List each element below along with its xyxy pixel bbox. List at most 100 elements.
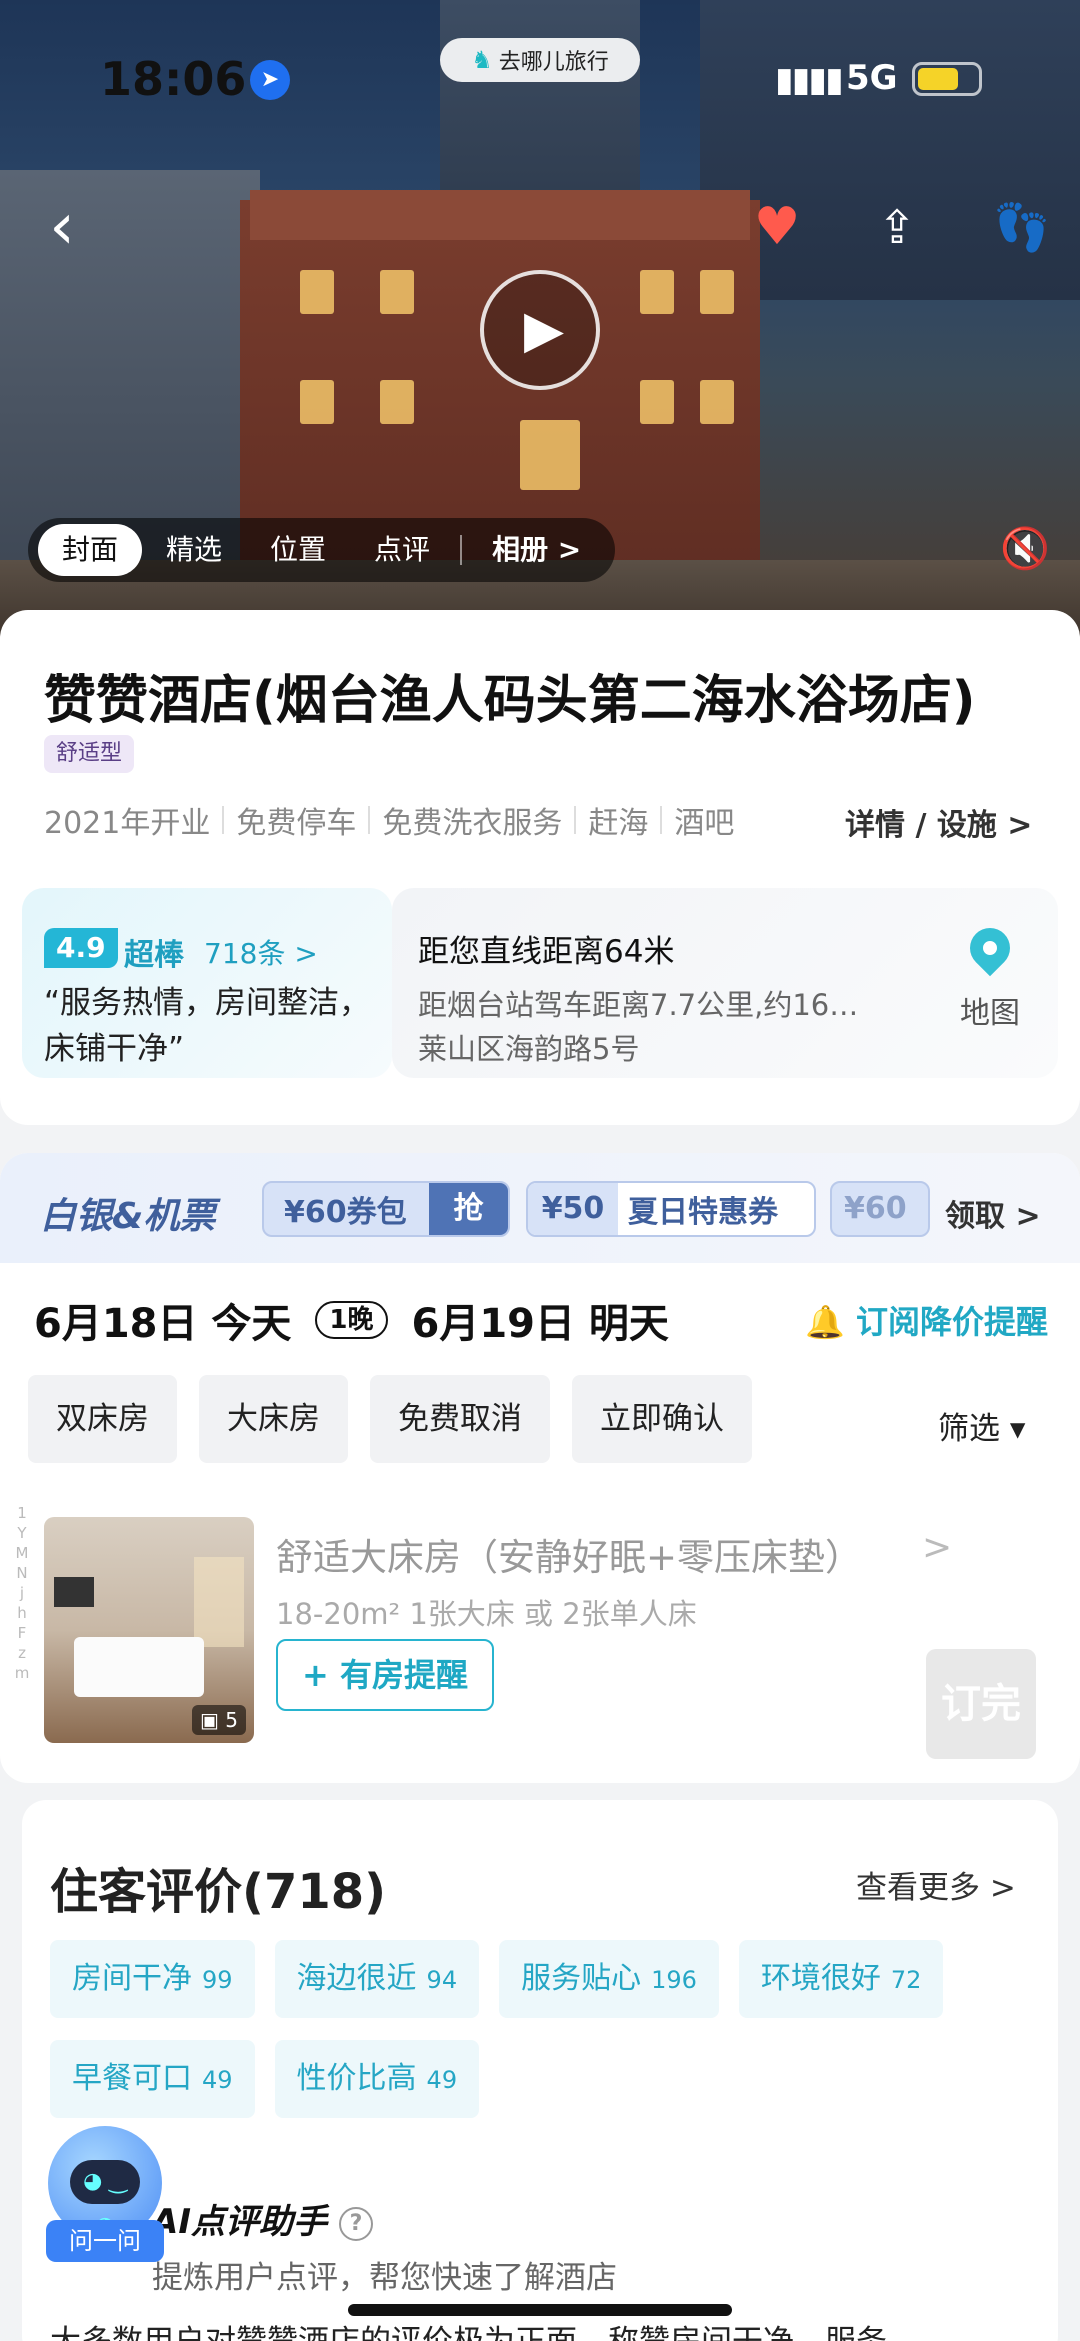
rating-quote: “服务热情，房间整洁，床铺干净” [44,985,371,1067]
gallery-tab-reviews[interactable]: 点评 [350,524,454,576]
review-tag-count: 196 [651,1966,697,1994]
gallery-tab-featured[interactable]: 精选 [142,524,246,576]
play-icon[interactable]: ▶ [480,270,600,390]
feature-item: 免费停车 [236,806,357,841]
help-icon[interactable]: ? [338,2206,373,2241]
ai-title-text: AI点评助手 [152,2202,327,2242]
feature-item: 免费洗衣服务 [382,806,563,841]
filter-chip-king[interactable]: 大床房 [199,1375,348,1463]
location-address: 莱山区海韵路5号 [418,1032,640,1066]
heart-icon[interactable]: ♥ [745,195,809,259]
assistant-ask-button[interactable]: 问一问 [46,2220,164,2262]
status-bar: 18:06 ➤ ♞ 去哪儿旅行 ▮▮▮▮ 5G [0,0,1080,140]
rating-summary[interactable]: 4.9 超棒 718条 > “服务热情，房间整洁，床铺干净” [22,888,392,1078]
review-tag-label: 早餐可口 [72,2061,192,2096]
rating-score: 4.9 [44,928,118,968]
date-selector[interactable]: 6月18日 今天 1晚 6月19日 明天 [34,1291,669,1349]
room-photo-tv [54,1577,94,1607]
hero-window [300,270,334,314]
gallery-tab-location[interactable]: 位置 [246,524,350,576]
filter-button[interactable]: 筛选 ▾ [938,1403,1025,1448]
location-summary[interactable]: 距您直线距离64米 距烟台站驾车距离7.7公里,约16… 莱山区海韵路5号 地图 [392,888,1058,1078]
coupon-pack[interactable]: ¥60券包 抢 [262,1181,510,1237]
feature-item: 酒吧 [674,806,735,841]
feature-item: 2021年开业 [44,806,211,841]
map-pin-icon[interactable] [961,919,1019,977]
review-tag-label: 环境很好 [760,1961,881,1996]
review-tag-label: 海边很近 [296,1961,417,1996]
share-icon[interactable]: ⇪ [865,195,929,259]
review-tag-label: 房间干净 [72,1961,192,1996]
coupon-summer[interactable]: ¥50 夏日特惠券 [526,1181,816,1237]
hero-window [640,270,674,314]
review-tags: 房间干净 99 海边很近 94 服务贴心 196 环境很好 72 早餐可口 49 性价比高… [50,1940,950,2118]
signal-icon: ▮▮▮▮ [775,60,844,100]
location-distance: 距您直线距离64米 [418,934,675,970]
coupon-claim-link[interactable]: 领取 > [945,1191,1041,1235]
reviews-more-link[interactable]: 查看更多 > [856,1862,1016,1907]
side-index: 1 Y M N j h F z m [14,1504,30,1682]
room-availability-alert-button[interactable]: + 有房提醒 [276,1639,494,1711]
filter-chip-instant-confirm[interactable]: 立即确认 [572,1375,752,1463]
sold-out-badge: 订完 [926,1649,1036,1759]
review-tag-count: 94 [426,1966,458,1994]
hero-window [700,270,734,314]
gallery-tab-cover[interactable]: 封面 [38,524,143,576]
ai-assistant-title: AI点评助手? [152,2194,373,2243]
coupon-grab-button[interactable]: 抢 [429,1183,508,1235]
review-tag-count: 72 [890,1966,922,1994]
footprint-icon[interactable]: 👣 [990,195,1054,259]
room-photo-light [194,1557,244,1647]
reviews-card: 住客评价(718) 查看更多 > 房间干净 99 海边很近 94 服务贴心 196 环… [22,1800,1058,2341]
photo-count: 5 [225,1708,238,1732]
room-name[interactable]: 舒适大床房（安静好眠+零压床垫） [276,1527,862,1581]
filter-chip-twin[interactable]: 双床房 [28,1375,177,1463]
hotel-info-card: 赞赞酒店(烟台渔人码头第二海水浴场店) 舒适型 2021年开业 免费停车 免费洗… [0,610,1080,1125]
review-tag[interactable]: 服务贴心 196 [499,1940,719,2018]
assistant-face: ◕ ‿ ◕ [70,2160,140,2238]
coupon-summer-label: 夏日特惠券 [628,1195,778,1230]
room-photo[interactable]: ▣ 5 [44,1517,254,1743]
coupon-third[interactable]: ¥60 [830,1181,930,1237]
details-facilities-link[interactable]: 详情 / 设施 > [845,800,1032,844]
camel-icon: ♞ [471,46,493,74]
room-item[interactable]: 1 Y M N j h F z m ▣ 5 舒适大床房（安静好眠+零压床垫） >… [0,1503,1080,1759]
hotel-features: 2021年开业 免费停车 免费洗衣服务 赶海 酒吧 [44,798,734,842]
hotel-name: 赞赞酒店(烟台渔人码头第二海水浴场店) [44,671,976,731]
review-tag-count: 99 [202,1966,233,1994]
rating-count: 718条 > [204,937,318,970]
feature-item: 赶海 [588,806,649,841]
coupon-pack-amount: ¥60券包 [284,1195,407,1230]
hero-roof [250,190,750,240]
review-tag-count: 49 [426,2066,458,2094]
speaker-muted-icon[interactable]: 🔇 [1000,525,1050,572]
review-tag[interactable]: 环境很好 72 [738,1940,944,2018]
feature-divider [222,806,225,834]
gallery-tab-divider [460,535,463,565]
review-tag[interactable]: 房间干净 99 [50,1940,255,2018]
hero-window [520,420,580,490]
map-label[interactable]: 地图 [960,988,1020,1032]
nights-badge: 1晚 [315,1301,388,1339]
review-tag-count: 49 [202,2066,233,2094]
battery-icon [912,62,982,96]
room-meta: 18-20m² 1张大床 或 2张单人床 [276,1597,697,1631]
hero-photo[interactable]: 18:06 ➤ ♞ 去哪儿旅行 ▮▮▮▮ 5G ‹ ♥ ⇪ 👣 ▶ 封面 精选 … [0,0,1080,640]
coupon-strip: 白银&机票 ¥60券包 抢 ¥50 夏日特惠券 ¥60 领取 > [0,1153,1080,1263]
hero-window [700,380,734,424]
hero-window [380,270,414,314]
review-tag[interactable]: 海边很近 94 [274,1940,480,2018]
coupon-summer-amount: ¥50 [528,1183,618,1235]
price-drop-alert-link[interactable]: 🔔 订阅降价提醒 [805,1297,1048,1343]
gallery-tab-album[interactable]: 相册 > [468,524,605,576]
review-tag-label: 服务贴心 [521,1961,642,1996]
filter-chip-free-cancel[interactable]: 免费取消 [370,1375,550,1463]
chevron-right-icon[interactable]: > [922,1527,952,1568]
review-tag[interactable]: 早餐可口 49 [50,2040,255,2118]
home-indicator[interactable] [348,2304,732,2316]
chevron-left-icon[interactable]: ‹ [30,195,94,259]
review-tag[interactable]: 性价比高 49 [274,2040,480,2118]
review-tag-label: 性价比高 [296,2061,417,2096]
checkout-date[interactable]: 6月19日 明天 [412,1291,669,1349]
checkin-date[interactable]: 6月18日 今天 [34,1291,291,1349]
